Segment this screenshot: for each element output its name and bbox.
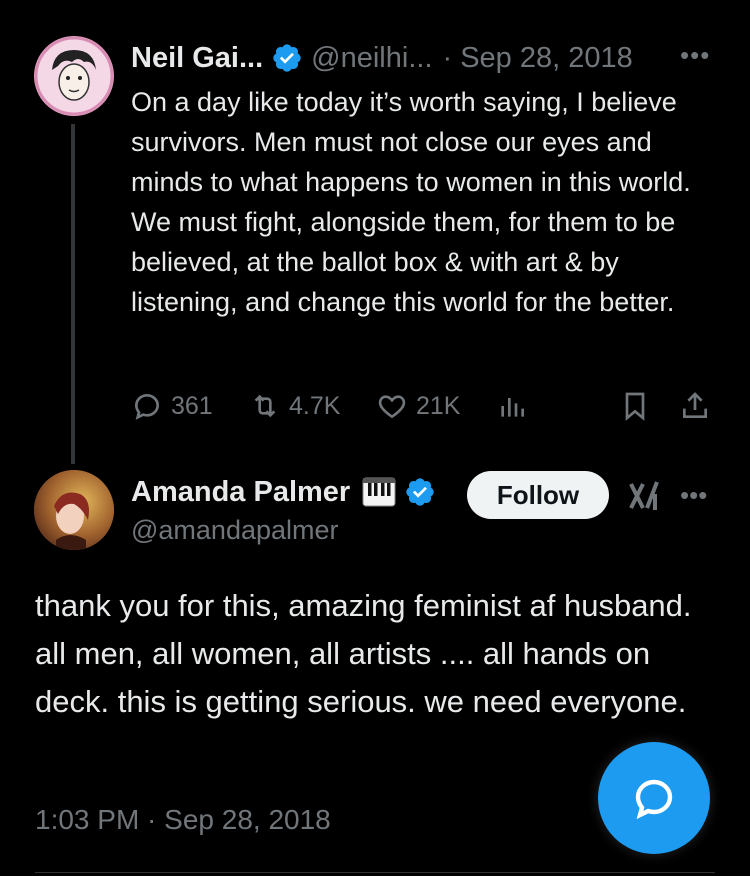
more-options-icon[interactable]: ••• [680, 480, 707, 511]
reply-fab-button[interactable] [598, 742, 710, 854]
views-button[interactable] [496, 384, 536, 428]
verified-badge-icon [273, 44, 301, 72]
author-handle[interactable]: @amandapalmer [131, 515, 339, 546]
tweet-date[interactable]: · Sep 28, 2018 [443, 42, 633, 75]
reply-icon [134, 393, 160, 420]
retweet-button[interactable]: 4.7K [249, 384, 340, 428]
reply-icon [635, 779, 673, 820]
bookmark-button[interactable] [619, 384, 659, 428]
share-button[interactable] [679, 384, 719, 428]
retweet-count: 4.7K [289, 391, 341, 420]
divider [35, 872, 715, 873]
like-button[interactable]: 21K [376, 384, 460, 428]
tweet-timestamp[interactable]: 1:03 PM · Sep 28, 2018 [35, 804, 331, 836]
piano-emoji-icon [362, 477, 396, 507]
tweet-text: On a day like today it’s worth saying, I… [131, 87, 691, 317]
author-handle[interactable]: @neilhi... [311, 42, 432, 75]
retweet-icon [254, 394, 276, 418]
author-name[interactable]: Neil Gai... [131, 42, 263, 75]
tweet1-header: Neil Gai... @neilhi... · Sep 28, 2018 [131, 38, 721, 78]
reply-button[interactable]: 361 [131, 384, 213, 428]
avatar[interactable] [34, 36, 114, 116]
tweet2-header: Amanda Palmer [131, 472, 444, 512]
more-options-icon[interactable]: ••• [680, 40, 710, 71]
bookmark-icon [625, 392, 645, 421]
like-count: 21K [416, 391, 461, 420]
tweet-text: thank you for this, amazing feminist af … [35, 588, 692, 719]
verified-badge-icon [406, 478, 434, 506]
grok-icon[interactable] [627, 478, 663, 514]
reply-count: 361 [171, 391, 213, 420]
follow-button[interactable]: Follow [467, 471, 609, 519]
share-icon [683, 392, 707, 418]
author-name[interactable]: Amanda Palmer [131, 476, 350, 509]
tweet-actions: 361 4.7K 21K [131, 384, 716, 428]
heart-icon [378, 395, 406, 419]
analytics-icon [501, 398, 524, 417]
avatar[interactable] [34, 470, 114, 550]
thread-line [71, 124, 75, 464]
